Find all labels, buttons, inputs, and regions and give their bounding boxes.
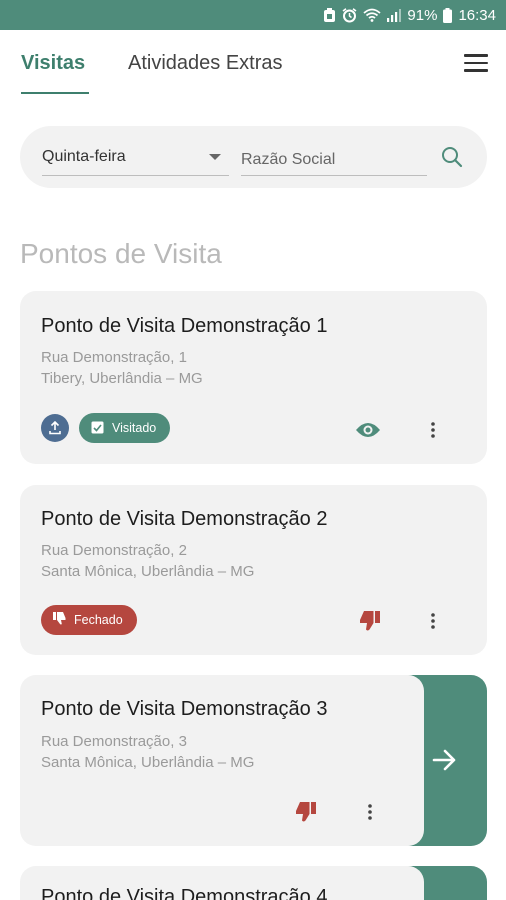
filter-bar: Quinta-feira [20, 126, 487, 188]
card-title: Ponto de Visita Demonstração 4 [41, 886, 328, 900]
card-street: Rua Demonstração, 1 [41, 349, 187, 366]
card-street: Rua Demonstração, 3 [41, 733, 187, 750]
visit-card[interactable]: Ponto de Visita Demonstração 2 Rua Demon… [20, 485, 487, 655]
tab-visitas[interactable]: Visitas [21, 52, 85, 75]
upload-icon[interactable] [41, 414, 69, 442]
dropdown-caret-icon [209, 154, 221, 160]
battery-percent: 91% [407, 6, 438, 24]
card-title: Ponto de Visita Demonstração 3 [41, 698, 328, 720]
more-options-icon[interactable] [420, 417, 446, 443]
company-name-search-input[interactable] [241, 144, 427, 176]
clock: 16:34 [458, 6, 496, 24]
tab-atividades-extras[interactable]: Atividades Extras [128, 52, 283, 75]
card-street: Rua Demonstração, 2 [41, 542, 187, 559]
card-title: Ponto de Visita Demonstração 1 [41, 315, 328, 337]
hamburger-menu-icon[interactable] [464, 54, 488, 74]
card-title: Ponto de Visita Demonstração 2 [41, 508, 328, 530]
section-title: Pontos de Visita [20, 238, 222, 269]
card-city: Santa Mônica, Uberlândia – MG [41, 754, 255, 771]
status-badge-fechado: Fechado [41, 605, 137, 635]
battery-icon [443, 7, 453, 23]
alarm-icon [342, 7, 357, 23]
notification-icon [323, 7, 336, 23]
arrow-right-icon[interactable] [432, 748, 458, 777]
view-eye-icon[interactable] [355, 417, 381, 443]
card-city: Tibery, Uberlândia – MG [41, 370, 203, 387]
more-options-icon[interactable] [420, 608, 446, 634]
status-bar: 91% 16:34 [0, 0, 506, 30]
search-icon[interactable] [440, 145, 464, 169]
checklist-icon [91, 420, 104, 437]
tab-indicator [21, 92, 89, 94]
day-dropdown-value: Quinta-feira [42, 148, 126, 165]
day-dropdown[interactable]: Quinta-feira [42, 144, 229, 176]
thumbs-down-icon [53, 612, 66, 628]
tab-bar: Visitas Atividades Extras [0, 30, 506, 96]
thumbs-down-icon[interactable] [357, 608, 383, 634]
status-label: Visitado [112, 421, 157, 435]
wifi-icon [363, 8, 382, 22]
signal-icon [387, 8, 402, 22]
status-label: Fechado [74, 613, 123, 627]
visit-card[interactable]: Ponto de Visita Demonstração 4 [20, 866, 424, 900]
visit-card[interactable]: Ponto de Visita Demonstração 1 Rua Demon… [20, 291, 487, 464]
card-city: Santa Mônica, Uberlândia – MG [41, 563, 255, 580]
status-badge-visitado: Visitado [79, 413, 171, 443]
thumbs-down-icon[interactable] [293, 799, 319, 825]
more-options-icon[interactable] [357, 799, 383, 825]
visit-card[interactable]: Ponto de Visita Demonstração 3 Rua Demon… [20, 675, 424, 846]
